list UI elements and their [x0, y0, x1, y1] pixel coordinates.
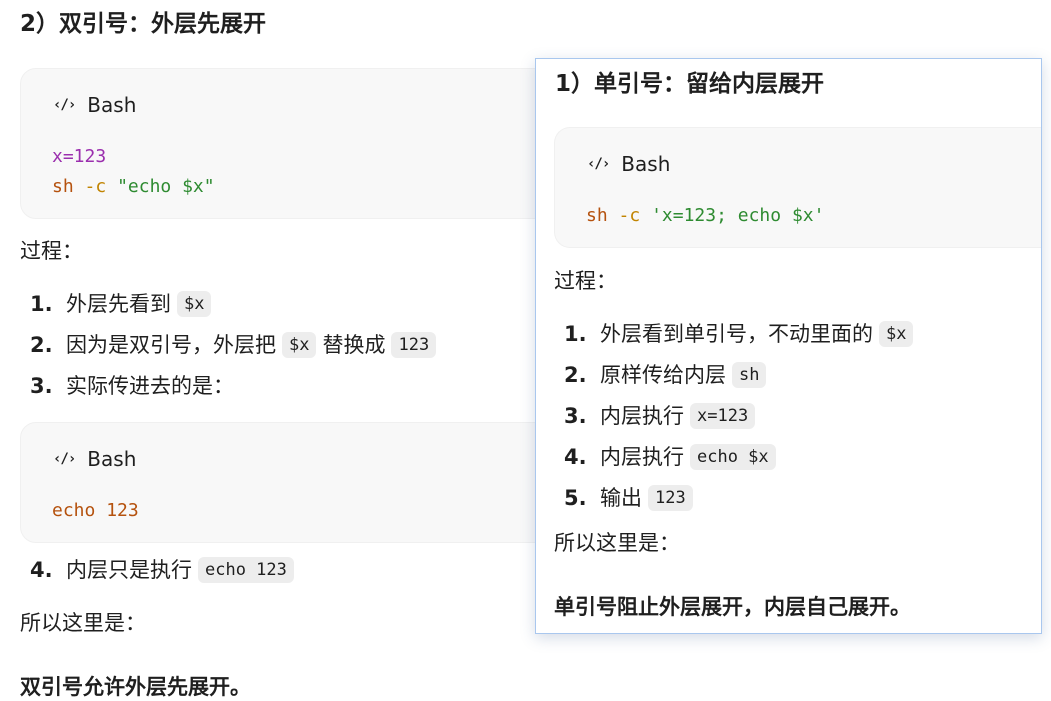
inline-code: 123 — [391, 331, 437, 358]
list-item: 5. 输出 123 — [564, 477, 919, 518]
code-block-header: ‹/› Bash — [53, 447, 136, 471]
inline-code: $x — [879, 320, 914, 347]
code-line-2: sh -c "echo $x" — [52, 176, 215, 197]
code-line-1: x=123 — [52, 146, 107, 167]
code-icon: ‹/› — [53, 451, 76, 467]
list-item: 1. 外层先看到 $x — [30, 283, 442, 324]
steps-list-b: 4. 内层只是执行 echo 123 — [30, 555, 300, 585]
code-line-1: sh -c 'x=123; echo $x' — [586, 205, 825, 226]
inline-code: echo $x — [690, 443, 776, 470]
code-language-label: Bash — [621, 152, 671, 176]
process-label: 过程： — [20, 239, 83, 263]
list-item: 3. 实际传进去的是： — [30, 373, 234, 398]
code-language-label: Bash — [87, 93, 137, 117]
inline-code: x=123 — [690, 402, 756, 429]
list-item: 3. 内层执行 x=123 — [564, 395, 919, 436]
code-block-echo: ‹/› Bash echo 123 — [20, 422, 550, 543]
inline-code: echo 123 — [198, 557, 294, 583]
list-item: 2. 因为是双引号，外层把 $x 替换成 123 — [30, 324, 442, 365]
code-icon: ‹/› — [53, 97, 76, 113]
steps-list: 1. 外层看到单引号，不动里面的 $x 2. 原样传给内层 sh 3. 内层执行… — [564, 313, 919, 518]
inline-code: $x — [282, 331, 317, 358]
list-item: 4. 内层只是执行 echo 123 — [30, 555, 300, 585]
code-block-header: ‹/› Bash — [53, 93, 136, 117]
list-item: 2. 原样传给内层 sh — [564, 354, 919, 395]
floating-preview-panel: 1）单引号：留给内层展开 ‹/› Bash sh -c 'x=123; echo… — [535, 58, 1042, 634]
conclusion-text: 单引号阻止外层展开，内层自己展开。 — [554, 595, 911, 619]
conclusion-label: 所以这里是： — [20, 611, 146, 635]
code-icon: ‹/› — [587, 156, 610, 172]
inline-code: 123 — [648, 484, 693, 511]
list-item: 1. 外层看到单引号，不动里面的 $x — [564, 313, 919, 354]
code-line-1: echo 123 — [52, 500, 139, 521]
list-item: 4. 内层执行 echo $x — [564, 436, 919, 477]
process-label: 过程： — [554, 269, 617, 293]
code-block-double-quote: ‹/› Bash x=123 sh -c "echo $x" — [20, 68, 550, 219]
code-language-label: Bash — [87, 447, 137, 471]
code-block-single-quote: ‹/› Bash sh -c 'x=123; echo $x' — [554, 127, 1041, 248]
section-heading-double-quote: 2）双引号：外层先展开 — [20, 11, 267, 37]
inline-code: $x — [177, 290, 212, 317]
inline-code: sh — [732, 361, 767, 388]
section-heading-single-quote: 1）单引号：留给内层展开 — [555, 71, 825, 97]
steps-list-a: 1. 外层先看到 $x 2. 因为是双引号，外层把 $x 替换成 123 3. … — [30, 283, 442, 406]
code-block-header: ‹/› Bash — [587, 152, 670, 176]
conclusion-label: 所以这里是： — [554, 531, 680, 555]
conclusion-text: 双引号允许外层先展开。 — [20, 675, 251, 699]
